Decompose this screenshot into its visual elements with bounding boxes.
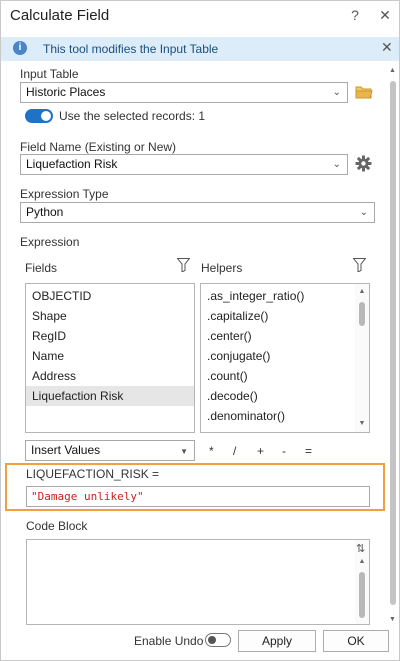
operator-subtract[interactable]: -	[282, 444, 286, 458]
input-table-label: Input Table	[20, 67, 79, 81]
expand-icon[interactable]: ⇅	[356, 542, 365, 555]
scroll-up-icon[interactable]: ▲	[389, 67, 396, 74]
scroll-up-icon[interactable]: ▲	[355, 286, 369, 298]
info-icon: i	[13, 41, 27, 55]
calculate-field-window: Calculate Field ? ✕ i This tool modifies…	[0, 0, 400, 661]
scroll-thumb[interactable]	[390, 81, 396, 605]
main-scrollbar[interactable]: ▲ ▼	[387, 65, 399, 625]
chevron-down-icon: ⌄	[332, 87, 341, 98]
list-item[interactable]: .as_integer_ratio()	[201, 286, 369, 306]
helpers-scrollbar[interactable]: ▲ ▼	[355, 284, 369, 432]
list-item[interactable]: .center()	[201, 326, 369, 346]
expression-type-combo[interactable]: Python ⌄	[20, 202, 375, 223]
operator-add[interactable]: +	[257, 444, 264, 458]
fields-list[interactable]: OBJECTID Shape RegID Name Address Liquef…	[25, 283, 195, 433]
window-title: Calculate Field	[10, 7, 110, 24]
info-bar-message: This tool modifies the Input Table	[43, 42, 219, 56]
field-name-combo[interactable]: Liquefaction Risk ⌄	[20, 154, 348, 175]
operator-equals[interactable]: =	[305, 444, 312, 458]
list-item-selected[interactable]: Liquefaction Risk	[26, 386, 194, 406]
code-block-label: Code Block	[26, 519, 88, 533]
toggle-knob	[41, 111, 51, 121]
insert-values-combo[interactable]: Insert Values ▼	[25, 440, 195, 461]
list-item[interactable]: .count()	[201, 366, 369, 386]
list-item[interactable]: .denominator()	[201, 406, 369, 426]
expression-type-value: Python	[26, 205, 64, 219]
expression-assignment-label: LIQUEFACTION_RISK =	[26, 467, 160, 481]
enable-undo-toggle[interactable]	[205, 633, 231, 647]
filter-helpers-icon[interactable]	[352, 258, 367, 273]
apply-button[interactable]: Apply	[238, 630, 316, 652]
list-item[interactable]: Name	[26, 346, 194, 366]
window-close-button[interactable]: ✕	[376, 6, 394, 24]
caret-down-icon: ▼	[180, 447, 188, 456]
list-item[interactable]: .capitalize()	[201, 306, 369, 326]
field-name-label: Field Name (Existing or New)	[20, 140, 177, 154]
help-button[interactable]: ?	[346, 6, 364, 24]
scroll-thumb[interactable]	[359, 302, 365, 326]
scroll-thumb[interactable]	[359, 572, 365, 618]
gear-icon[interactable]	[355, 155, 372, 172]
use-selected-records-label: Use the selected records: 1	[59, 109, 206, 123]
info-bar-close-button[interactable]: ✕	[381, 39, 393, 56]
expression-label: Expression	[20, 235, 80, 249]
filter-fields-icon[interactable]	[176, 258, 191, 273]
expression-input[interactable]: "Damage unlikely"	[26, 486, 370, 507]
expression-type-label: Expression Type	[20, 187, 109, 201]
fields-label: Fields	[25, 261, 58, 275]
operator-multiply[interactable]: *	[209, 444, 214, 458]
list-item[interactable]: Address	[26, 366, 194, 386]
list-item[interactable]: .decode()	[201, 386, 369, 406]
helpers-label: Helpers	[201, 261, 243, 275]
list-item[interactable]: Shape	[26, 306, 194, 326]
scroll-down-icon[interactable]: ▼	[389, 616, 396, 623]
use-selected-records-toggle[interactable]	[25, 109, 53, 123]
chevron-down-icon: ⌄	[359, 207, 368, 218]
operator-divide[interactable]: /	[233, 444, 236, 458]
scroll-down-icon[interactable]: ▼	[355, 418, 369, 430]
scroll-up-icon[interactable]: ▲	[355, 556, 369, 568]
enable-undo-label: Enable Undo	[134, 634, 204, 648]
input-table-value: Historic Places	[26, 85, 106, 99]
list-item[interactable]: RegID	[26, 326, 194, 346]
field-name-value: Liquefaction Risk	[26, 157, 118, 171]
list-item[interactable]: .conjugate()	[201, 346, 369, 366]
insert-values-label: Insert Values	[31, 443, 101, 457]
browse-folder-icon[interactable]	[355, 84, 373, 100]
toggle-knob	[208, 636, 216, 644]
input-table-combo[interactable]: Historic Places ⌄	[20, 82, 348, 103]
chevron-down-icon: ⌄	[332, 159, 341, 170]
helpers-list[interactable]: .as_integer_ratio() .capitalize() .cente…	[200, 283, 370, 433]
list-item[interactable]: OBJECTID	[26, 286, 194, 306]
code-block-scrollbar[interactable]: ⇅ ▲	[355, 540, 369, 624]
code-block-editor[interactable]: ⇅ ▲	[26, 539, 370, 625]
ok-button[interactable]: OK	[323, 630, 389, 652]
